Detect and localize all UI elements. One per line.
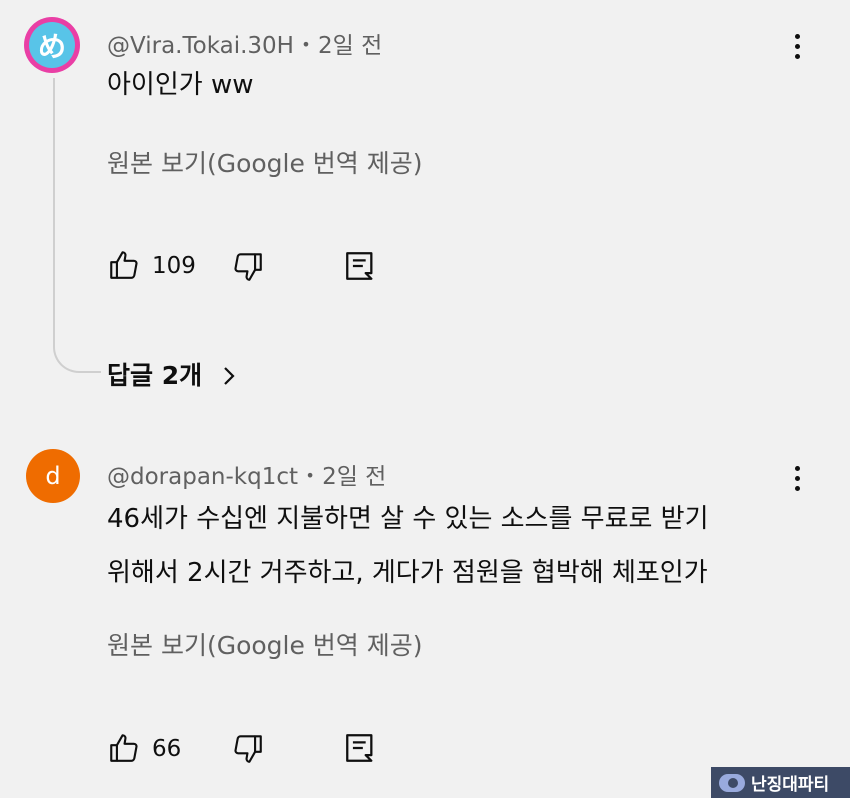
watermark-logo-icon <box>719 773 745 792</box>
avatar[interactable]: め <box>24 17 80 73</box>
see-original-link[interactable]: 원본 보기(Google 번역 제공) <box>107 626 423 662</box>
reply-thread-line <box>53 78 101 373</box>
watermark: 난징대파티 <box>711 767 850 798</box>
chevron-right-icon <box>224 367 235 385</box>
dislike-button[interactable] <box>231 732 265 766</box>
comment-icon <box>346 734 373 762</box>
timestamp: 2일 전 <box>322 464 387 490</box>
comment-meta: @Vira.Tokai.30H • 2일 전 <box>107 26 382 60</box>
like-button[interactable] <box>107 248 141 282</box>
dislike-button[interactable] <box>231 250 265 284</box>
thumbs-up-icon <box>110 734 138 762</box>
like-button[interactable] <box>107 731 141 765</box>
comment-meta: @dorapan-kq1ct • 2일 전 <box>107 457 386 491</box>
timestamp: 2일 전 <box>318 33 383 59</box>
reply-button[interactable] <box>343 731 377 765</box>
see-original-link[interactable]: 원본 보기(Google 번역 제공) <box>107 144 423 180</box>
more-options-icon[interactable] <box>782 458 812 498</box>
thumbs-up-icon <box>110 251 138 279</box>
comment-icon <box>346 252 373 280</box>
comment-text: 아이인가 ww <box>107 70 254 100</box>
more-options-icon[interactable] <box>782 26 812 66</box>
thumbs-down-icon <box>234 253 262 281</box>
meta-separator: • <box>301 35 311 54</box>
thumbs-down-icon <box>234 735 262 763</box>
comment-text: 46세가 수십엔 지불하면 살 수 있는 소스를 무료로 받기 위해서 2시간 … <box>107 504 709 588</box>
author-name[interactable]: @Vira.Tokai.30H <box>107 33 294 59</box>
like-count: 66 <box>152 736 182 762</box>
avatar[interactable]: d <box>26 449 80 503</box>
meta-separator: • <box>305 466 315 485</box>
view-replies-button[interactable]: 답글 2개 <box>107 356 239 392</box>
reply-button[interactable] <box>343 249 377 283</box>
author-name[interactable]: @dorapan-kq1ct <box>107 464 298 490</box>
like-count: 109 <box>152 253 196 279</box>
